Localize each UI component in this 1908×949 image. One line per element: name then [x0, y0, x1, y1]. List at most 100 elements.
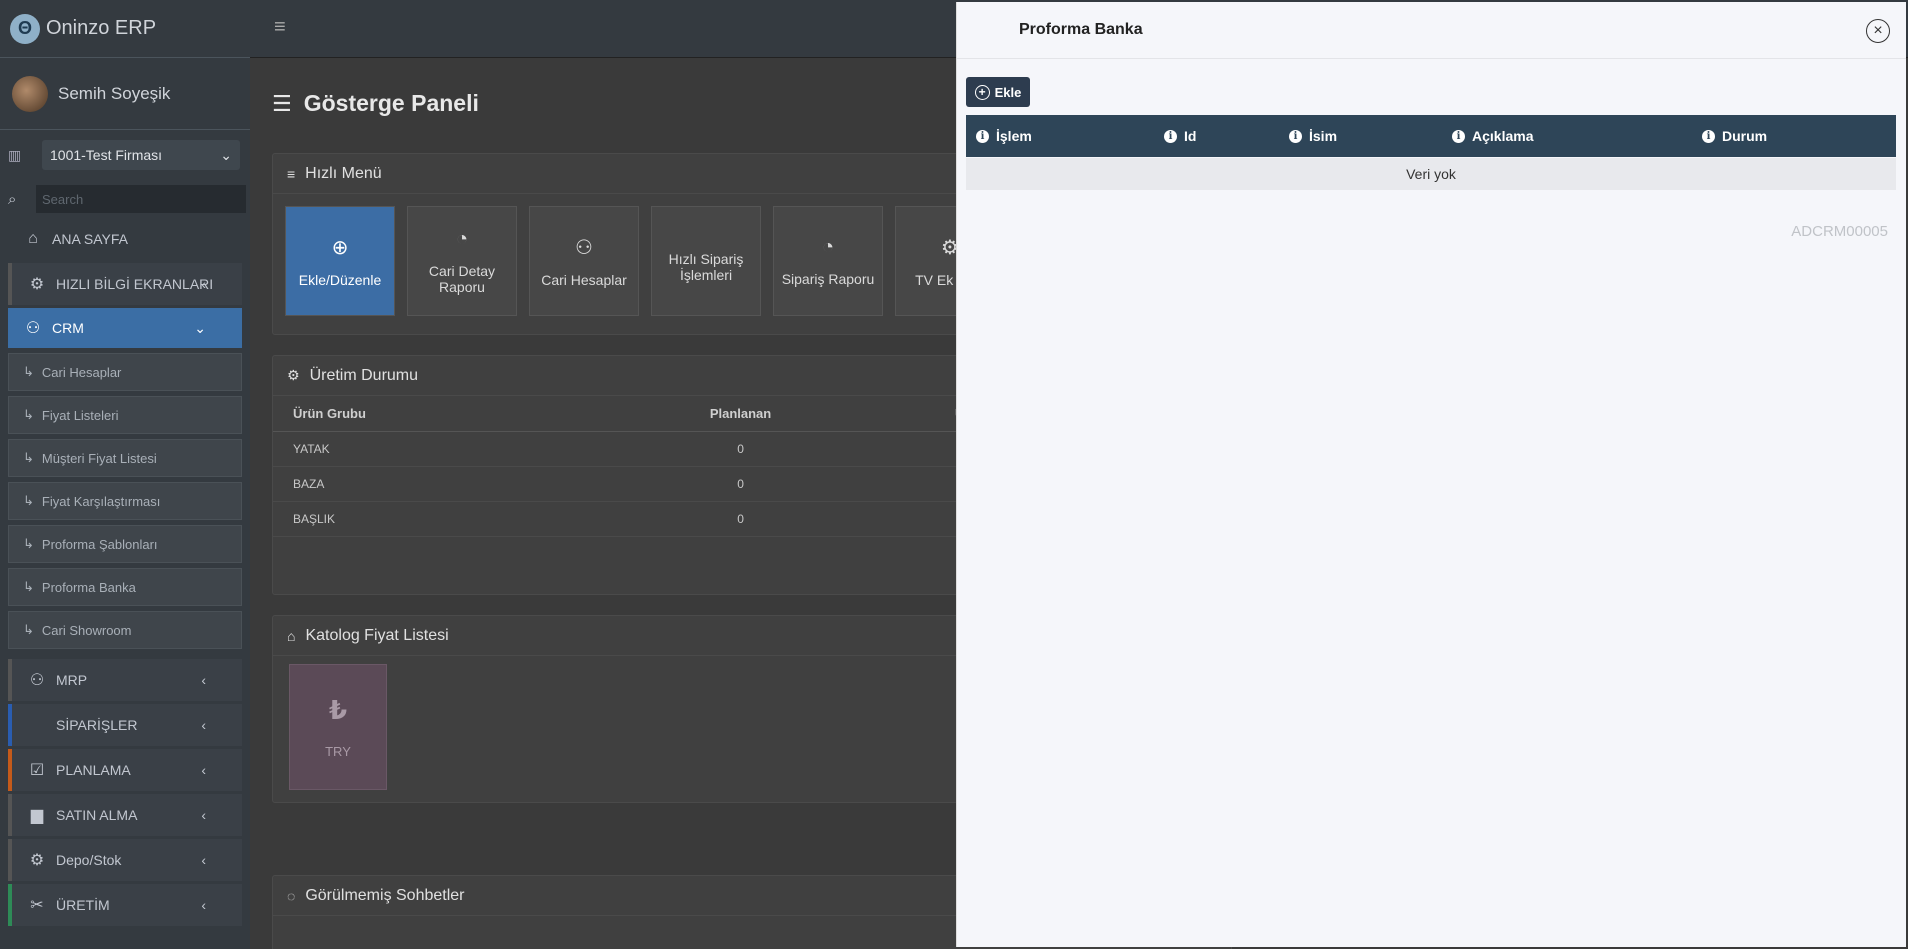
gear-icon: ⚙	[287, 367, 300, 383]
company-row: ▥ 1001-Test Firması ⌄	[0, 130, 250, 180]
quick-tile-add-edit[interactable]: ⊕ Ekle/Düzenle	[285, 206, 395, 316]
table-cell: 0	[613, 501, 869, 537]
quick-tile-siparis-raporu[interactable]: ◔ Sipariş Raporu	[773, 206, 883, 316]
sub-item-label: Cari Showroom	[41, 622, 132, 638]
sub-item-label: Proforma Banka	[41, 579, 136, 595]
sub-item-fiyat-karsilastirmasi[interactable]: ↳ Fiyat Karşılaştırması	[8, 482, 242, 520]
user-icon: ⚇	[29, 672, 45, 689]
proforma-banka-panel: Proforma Banka × + Ekle i İşlem i Id i İ…	[956, 2, 1906, 947]
chevron-left-icon: ‹	[201, 807, 206, 823]
nav-quick-info[interactable]: ⚙ HIZLI BİLGİ EKRANLARI ‹	[8, 263, 242, 305]
column-header-id[interactable]: i Id	[1164, 115, 1196, 157]
sub-item-proforma-banka[interactable]: ↳ Proforma Banka	[8, 568, 242, 606]
column-header: Planlanan	[613, 396, 869, 432]
currency-label: TRY	[325, 744, 351, 759]
nav-orders[interactable]: SİPARİŞLER ‹	[8, 704, 242, 746]
chevron-left-icon: ‹	[201, 717, 206, 733]
nav-mrp[interactable]: ⚇ MRP ‹	[8, 659, 242, 701]
user-panel[interactable]: Semih Soyeşik	[0, 58, 250, 130]
sub-item-fiyat-listeleri[interactable]: ↳ Fiyat Listeleri	[8, 396, 242, 434]
user-name: Semih Soyeşik	[58, 83, 171, 103]
tools-icon: ✂	[30, 897, 44, 914]
close-button[interactable]: ×	[1866, 19, 1890, 43]
chevron-down-icon: ⌄	[194, 319, 206, 336]
currency-tile-try[interactable]: ₺ TRY	[289, 664, 387, 790]
home-icon: ⌂	[28, 230, 38, 247]
page-title-text: Gösterge Paneli	[303, 90, 479, 116]
nav-stock-label: Depo/Stok	[56, 852, 122, 868]
list-icon: ≡	[287, 165, 296, 182]
chevron-left-icon: ‹	[201, 852, 206, 868]
search-row: ⌕	[0, 180, 250, 218]
quick-tile-cari-hesaplar[interactable]: ⚇ Cari Hesaplar	[529, 206, 639, 316]
hamburger-menu-icon[interactable]: ≡	[274, 16, 286, 39]
company-select[interactable]: 1001-Test Firması ⌄	[42, 140, 240, 170]
column-header-isim[interactable]: i İsim	[1289, 115, 1337, 157]
tag-icon: ⌂	[287, 627, 296, 644]
nav-orders-label: SİPARİŞLER	[56, 717, 138, 733]
grid-empty-row: Veri yok	[966, 158, 1896, 190]
nav-planning[interactable]: ☑ PLANLAMA ‹	[8, 749, 242, 791]
sub-arrow-icon: ↳	[23, 364, 34, 379]
sub-item-cari-showroom[interactable]: ↳ Cari Showroom	[8, 611, 242, 649]
table-cell: 0	[613, 466, 869, 502]
chevron-left-icon: ‹	[201, 897, 206, 913]
info-icon: i	[1164, 129, 1177, 143]
calendar-check-icon: ☑	[29, 762, 45, 779]
brand-name: Oninzo ERP	[46, 17, 157, 39]
sub-item-proforma-sablonlari[interactable]: ↳ Proforma Şablonları	[8, 525, 242, 563]
info-icon: i	[976, 129, 989, 143]
info-icon: i	[1289, 129, 1302, 143]
sub-arrow-icon: ↳	[23, 622, 34, 637]
column-header-islem[interactable]: i İşlem	[976, 115, 1032, 157]
production-title: Üretim Durumu	[309, 366, 419, 384]
quick-tile-hizli-siparis[interactable]: Hızlı Sipariş İşlemleri	[651, 206, 761, 316]
nav-home[interactable]: ⌂ ANA SAYFA	[0, 218, 250, 260]
sub-arrow-icon: ↳	[23, 493, 34, 508]
panel-header: Proforma Banka ×	[957, 2, 1906, 59]
column-header-label: Açıklama	[1472, 128, 1534, 144]
nav-production-label: ÜRETİM	[56, 897, 110, 913]
column-header-durum[interactable]: i Durum	[1702, 115, 1767, 157]
close-icon: ×	[1873, 22, 1883, 39]
column-header: Ürün Grubu	[273, 396, 613, 432]
chats-title: Görülmemiş Sohbetler	[305, 886, 465, 904]
gear-icon: ⚙	[29, 276, 45, 293]
nav-production[interactable]: ✂ ÜRETİM ‹	[8, 884, 242, 926]
nav-mrp-label: MRP	[56, 672, 88, 688]
gear-icon: ⚙	[29, 852, 45, 869]
screen-code: ADCRM00005	[1791, 223, 1888, 240]
search-input[interactable]	[36, 185, 246, 213]
bag-icon: ▆	[30, 807, 44, 824]
sub-item-cari-hesaplar[interactable]: ↳ Cari Hesaplar	[8, 353, 242, 391]
brand[interactable]: Θ Oninzo ERP	[0, 0, 250, 58]
nav-purchase[interactable]: ▆ SATIN ALMA ‹	[8, 794, 242, 836]
quick-tile-cari-detay[interactable]: ◔ Cari Detay Raporu	[407, 206, 517, 316]
column-header-aciklama[interactable]: i Açıklama	[1452, 115, 1533, 157]
chevron-left-icon: ‹	[201, 762, 206, 778]
add-button-label: Ekle	[994, 84, 1022, 100]
plus-circle-icon: +	[974, 84, 990, 100]
quick-tile-label: Ekle/Düzenle	[298, 271, 382, 288]
sub-arrow-icon: ↳	[23, 579, 34, 594]
company-select-value: 1001-Test Firması	[50, 147, 163, 163]
nav-crm-label: CRM	[52, 320, 84, 336]
table-cell: BAZA	[273, 466, 613, 502]
search-icon: ⌕	[8, 190, 17, 208]
column-header-label: Durum	[1722, 128, 1768, 144]
nav-crm[interactable]: ⚇ CRM ⌄	[8, 308, 242, 348]
sub-arrow-icon: ↳	[23, 450, 34, 465]
user-icon: ⚇	[25, 320, 41, 337]
building-icon: ▥	[8, 146, 22, 163]
catalog-title: Katolog Fiyat Listesi	[305, 626, 449, 644]
nav-planning-label: PLANLAMA	[56, 762, 131, 778]
add-button[interactable]: + Ekle	[966, 77, 1030, 107]
nav-stock[interactable]: ⚙ Depo/Stok ‹	[8, 839, 242, 881]
brand-logo-icon: Θ	[10, 13, 40, 44]
quick-tile-label: Cari Detay Raporu	[428, 262, 496, 295]
column-header-label: Id	[1184, 128, 1197, 144]
quick-menu-title: Hızlı Menü	[305, 164, 382, 182]
grid-header: i İşlem i Id i İsim i Açıklama i Durum	[966, 115, 1896, 157]
sub-item-musteri-fiyat-listesi[interactable]: ↳ Müşteri Fiyat Listesi	[8, 439, 242, 477]
sub-item-label: Müşteri Fiyat Listesi	[41, 450, 157, 466]
